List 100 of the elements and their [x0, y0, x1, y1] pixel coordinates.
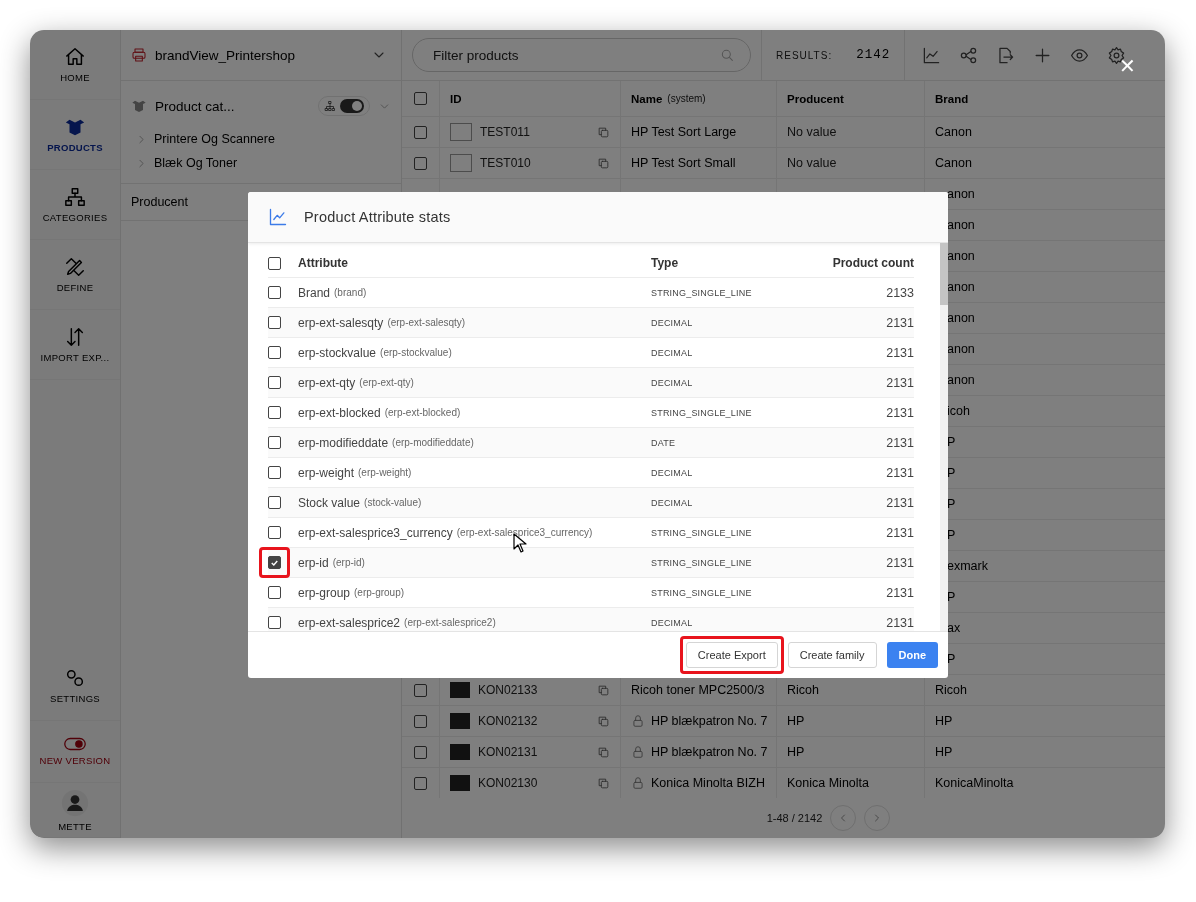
- attribute-key: (erp-weight): [358, 467, 412, 478]
- results-count: 2142: [856, 48, 891, 62]
- nav-item[interactable]: IMPORT EXP...: [30, 310, 120, 380]
- pencil-icon: [64, 256, 86, 278]
- checkbox[interactable]: [414, 745, 427, 759]
- dialog-button[interactable]: Create family: [787, 642, 877, 668]
- column-header[interactable]: Product count: [832, 256, 914, 270]
- nav-item[interactable]: METTE: [30, 783, 120, 838]
- checkbox[interactable]: [268, 466, 281, 479]
- product-count: 2131: [886, 495, 914, 510]
- nav-item[interactable]: CATEGORIES: [30, 170, 120, 240]
- producent-value: HP: [787, 714, 805, 728]
- copy-icon: [597, 745, 610, 759]
- product-count: 2131: [886, 555, 914, 570]
- attribute-name: erp-ext-blocked: [298, 405, 381, 420]
- attribute-type: STRING_SINGLE_LINE: [651, 587, 752, 598]
- checkbox[interactable]: [414, 776, 427, 790]
- product-id: KON02131: [478, 745, 539, 759]
- filter-label: Producent: [131, 195, 188, 209]
- checkbox[interactable]: [268, 286, 281, 299]
- attribute-key: (brand): [334, 287, 367, 298]
- checkbox[interactable]: [414, 714, 427, 728]
- search-icon: [719, 47, 735, 63]
- product-name: HP Test Sort Large: [631, 125, 737, 139]
- checkbox[interactable]: [268, 586, 281, 599]
- checkbox[interactable]: [268, 406, 281, 419]
- brand-value: P: [947, 528, 956, 542]
- checkbox[interactable]: [268, 316, 281, 329]
- search-field[interactable]: Filter products: [412, 38, 751, 72]
- column-header[interactable]: Producent: [787, 92, 844, 105]
- checkbox[interactable]: [268, 496, 281, 509]
- toggle-switch[interactable]: [340, 99, 364, 113]
- scrollbar[interactable]: [940, 243, 948, 631]
- attribute-key: (erp-ext-salesprice2): [404, 617, 496, 628]
- person-icon: [61, 788, 89, 817]
- share-icon: [959, 45, 979, 65]
- brand-value: P: [947, 590, 956, 604]
- nav-item[interactable]: DEFINE: [30, 240, 120, 310]
- close-button[interactable]: ✕: [1115, 54, 1139, 78]
- checkbox[interactable]: [268, 526, 281, 539]
- product-count: 2133: [886, 285, 914, 300]
- nav-item[interactable]: HOME: [30, 30, 120, 100]
- copy-icon: [597, 156, 610, 170]
- product-id: TEST011: [480, 125, 531, 139]
- column-header[interactable]: Type: [651, 256, 679, 270]
- checkbox[interactable]: [268, 256, 281, 270]
- brand-value: Canon: [935, 156, 972, 170]
- attribute-name: erp-ext-salesprice3_currency: [298, 525, 453, 540]
- home-icon: [64, 46, 86, 68]
- toggle-icon: [64, 737, 86, 751]
- checkbox[interactable]: [414, 125, 427, 139]
- attribute-type: DECIMAL: [651, 377, 693, 388]
- checkbox[interactable]: [268, 346, 281, 359]
- attribute-name: Brand: [298, 285, 331, 300]
- column-header[interactable]: Attribute: [298, 256, 348, 270]
- attribute-type: DATE: [651, 437, 676, 448]
- pagination-range: 1-48 / 2142: [766, 812, 823, 824]
- nav-item[interactable]: SETTINGS: [30, 651, 120, 721]
- attribute-key: (erp-id): [332, 557, 365, 568]
- tree-item[interactable]: Blæk Og Toner: [131, 151, 391, 175]
- column-header[interactable]: Name: [631, 92, 663, 105]
- product-count: 2131: [886, 405, 914, 420]
- checkbox[interactable]: [268, 616, 281, 629]
- tree-title: Product cat...: [155, 98, 236, 114]
- brand-value: anon: [947, 280, 975, 294]
- tree-item[interactable]: Printere Og Scannere: [131, 127, 391, 151]
- checkbox[interactable]: [414, 156, 427, 170]
- attribute-name: erp-ext-salesprice2: [298, 615, 401, 630]
- brand-value: P: [947, 466, 956, 480]
- column-header[interactable]: ID: [450, 92, 462, 105]
- attribute-key: (erp-stockvalue): [380, 347, 452, 358]
- attribute-key: (erp-modifieddate): [392, 437, 474, 448]
- brand-value: anon: [947, 187, 975, 201]
- column-header[interactable]: Brand: [935, 92, 969, 105]
- box-icon: [131, 98, 147, 114]
- attribute-name: Stock value: [298, 495, 361, 510]
- dialog-button[interactable]: Create Export: [685, 642, 778, 668]
- checkbox[interactable]: [268, 436, 281, 449]
- product-count: 2131: [886, 435, 914, 450]
- hierarchy-icon: [64, 186, 86, 208]
- producent-value: HP: [787, 745, 805, 759]
- attribute-type: STRING_SINGLE_LINE: [651, 407, 752, 418]
- brand-value: exmark: [947, 559, 988, 573]
- brand-value: anon: [947, 373, 975, 387]
- product-count: 2131: [886, 585, 914, 600]
- nav-item[interactable]: NEW VERSION: [30, 721, 120, 783]
- checkbox[interactable]: [414, 92, 427, 105]
- brand-value: P: [947, 435, 956, 449]
- done-button[interactable]: Done: [886, 642, 938, 668]
- nav-item[interactable]: PRODUCTS: [30, 100, 120, 170]
- checkbox[interactable]: [268, 556, 281, 569]
- attribute-key: (erp-ext-blocked): [384, 407, 461, 418]
- attribute-type: STRING_SINGLE_LINE: [651, 287, 752, 298]
- checkbox[interactable]: [414, 683, 427, 697]
- checkbox[interactable]: [268, 376, 281, 389]
- brand-value: ax: [947, 621, 961, 635]
- brand-value: icoh: [947, 404, 970, 418]
- product-id: KON02133: [478, 683, 539, 697]
- product-id: KON02130: [478, 776, 539, 790]
- catalog-dropdown[interactable]: brandView_Printershop: [131, 47, 387, 63]
